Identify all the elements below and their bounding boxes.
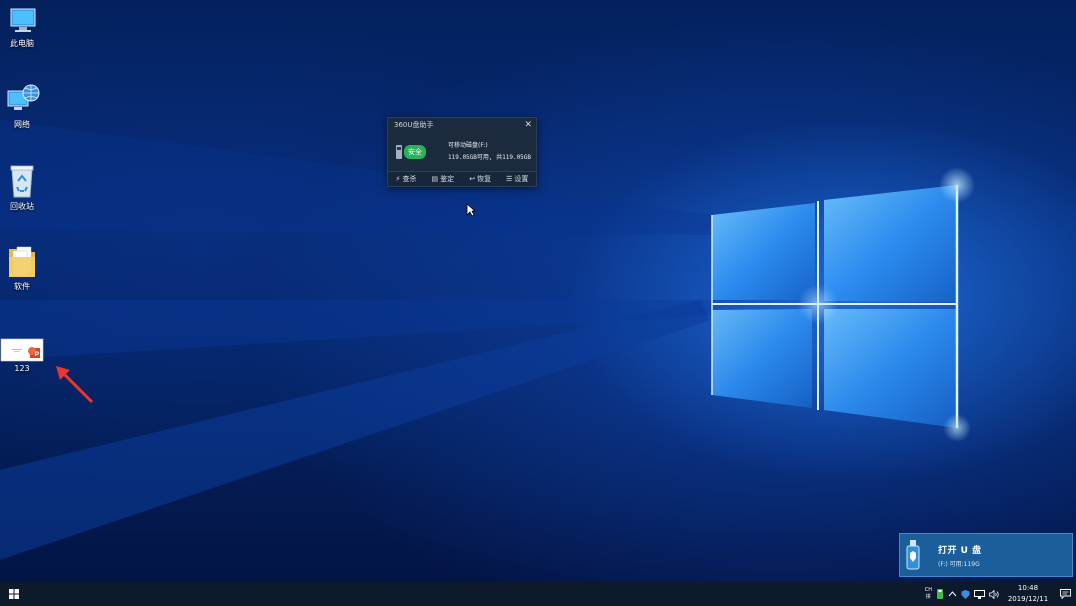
status-badge: 安全 (404, 144, 426, 159)
identify-button[interactable]: ▤ 鉴定 (432, 174, 455, 184)
desktop-icon-label: 回收站 (10, 202, 34, 211)
usb-tray-icon[interactable] (934, 582, 946, 606)
drive-info: 可移动磁盘(F:) 119.05GB可用, 共119.05GB (448, 140, 531, 164)
chevron-up-icon (948, 591, 957, 597)
shield-tray-icon (961, 589, 970, 599)
network-icon (7, 84, 40, 110)
usb-drive-tray-icon (937, 589, 943, 599)
taskbar: CH 拼 10:48 2019/12/11 (0, 582, 1076, 606)
settings-list-icon: ☰ (506, 175, 513, 183)
desktop-wallpaper (0, 0, 1076, 582)
usb-drive-icon (396, 144, 402, 159)
monitor-network-icon (974, 589, 985, 599)
recycle-bin-icon (10, 165, 34, 198)
desktop-icon-label: 此电脑 (10, 39, 34, 48)
clock[interactable]: 10:48 2019/12/11 (1002, 582, 1054, 606)
usb-shield-icon (906, 540, 920, 570)
ime-language: CH (924, 587, 932, 593)
ime-mode: 拼 (925, 594, 931, 600)
desktop-icon-recycle-bin[interactable]: 回收站 (0, 163, 44, 212)
restore-button[interactable]: ↩ 恢复 (469, 174, 491, 184)
folder-icon (9, 246, 35, 277)
svg-text:P: P (35, 352, 39, 358)
popup-toolbar: ⚡ 查杀 ▤ 鉴定 ↩ 恢复 ☰ 设置 (388, 171, 536, 186)
desktop-icon-label: 123 (14, 364, 30, 373)
360-tray-icon[interactable] (959, 582, 972, 606)
action-center-button[interactable] (1054, 582, 1076, 606)
desktop-icon-this-pc[interactable]: 此电脑 (0, 6, 44, 49)
powerpoint-file-icon: P (0, 338, 44, 362)
network-tray-icon[interactable] (972, 582, 987, 606)
notification-icon (1059, 589, 1071, 599)
input-method-indicator[interactable]: CH 拼 (923, 582, 934, 606)
start-button[interactable] (0, 582, 28, 606)
red-arrow-annotation (56, 366, 94, 404)
popup-body: 安全 可移动磁盘(F:) 119.05GB可用, 共119.05GB (388, 132, 536, 171)
popup-title: 360U盘助手 (394, 121, 434, 129)
settings-button[interactable]: ☰ 设置 (506, 174, 528, 184)
clock-time: 10:48 (1017, 584, 1039, 592)
open-u-disk-notification[interactable]: 打开 U 盘 (F:) 可用:119G (899, 533, 1073, 577)
desktop-icon-123[interactable]: P 123 (0, 338, 44, 373)
desktop-icon-label: 软件 (14, 282, 30, 291)
mouse-cursor-icon (466, 203, 476, 217)
lightning-icon: ⚡ (395, 175, 401, 183)
volume-tray-icon[interactable] (987, 582, 1002, 606)
close-icon[interactable]: ✕ (524, 120, 532, 130)
desktop-icon-software-folder[interactable]: 软件 (0, 243, 44, 292)
this-pc-icon (10, 8, 36, 32)
restore-label: 恢复 (477, 175, 492, 183)
drive-name: 可移动磁盘(F:) (448, 141, 488, 149)
notification-text: 打开 U 盘 (F:) 可用:119G (938, 543, 982, 568)
clock-date: 2019/12/11 (1007, 595, 1049, 603)
drive-capacity: 119.05GB可用, 共119.05GB (448, 153, 532, 161)
settings-label: 设置 (514, 175, 529, 183)
system-tray: CH 拼 10:48 2019/12/11 (923, 582, 1076, 606)
chip-icon: ▤ (431, 175, 439, 183)
windows-logo-light (0, 120, 975, 560)
desktop-icon-label: 网络 (14, 120, 30, 129)
windows-start-icon (9, 589, 19, 599)
restore-icon: ↩ (469, 175, 476, 183)
desktop-icon-network[interactable]: 网络 (0, 83, 44, 130)
identify-label: 鉴定 (440, 175, 455, 183)
notification-title: 打开 U 盘 (938, 545, 982, 556)
scan-label: 查杀 (402, 175, 417, 183)
scan-button[interactable]: ⚡ 查杀 (396, 174, 417, 184)
u-disk-assistant-popup: 360U盘助手 ✕ 安全 可移动磁盘(F:) 119.05GB可用, 共119.… (387, 117, 537, 187)
show-hidden-icons-button[interactable] (946, 582, 959, 606)
speaker-icon (989, 589, 999, 599)
notification-subtitle: (F:) 可用:119G (938, 560, 980, 568)
popup-titlebar: 360U盘助手 ✕ (388, 118, 536, 132)
